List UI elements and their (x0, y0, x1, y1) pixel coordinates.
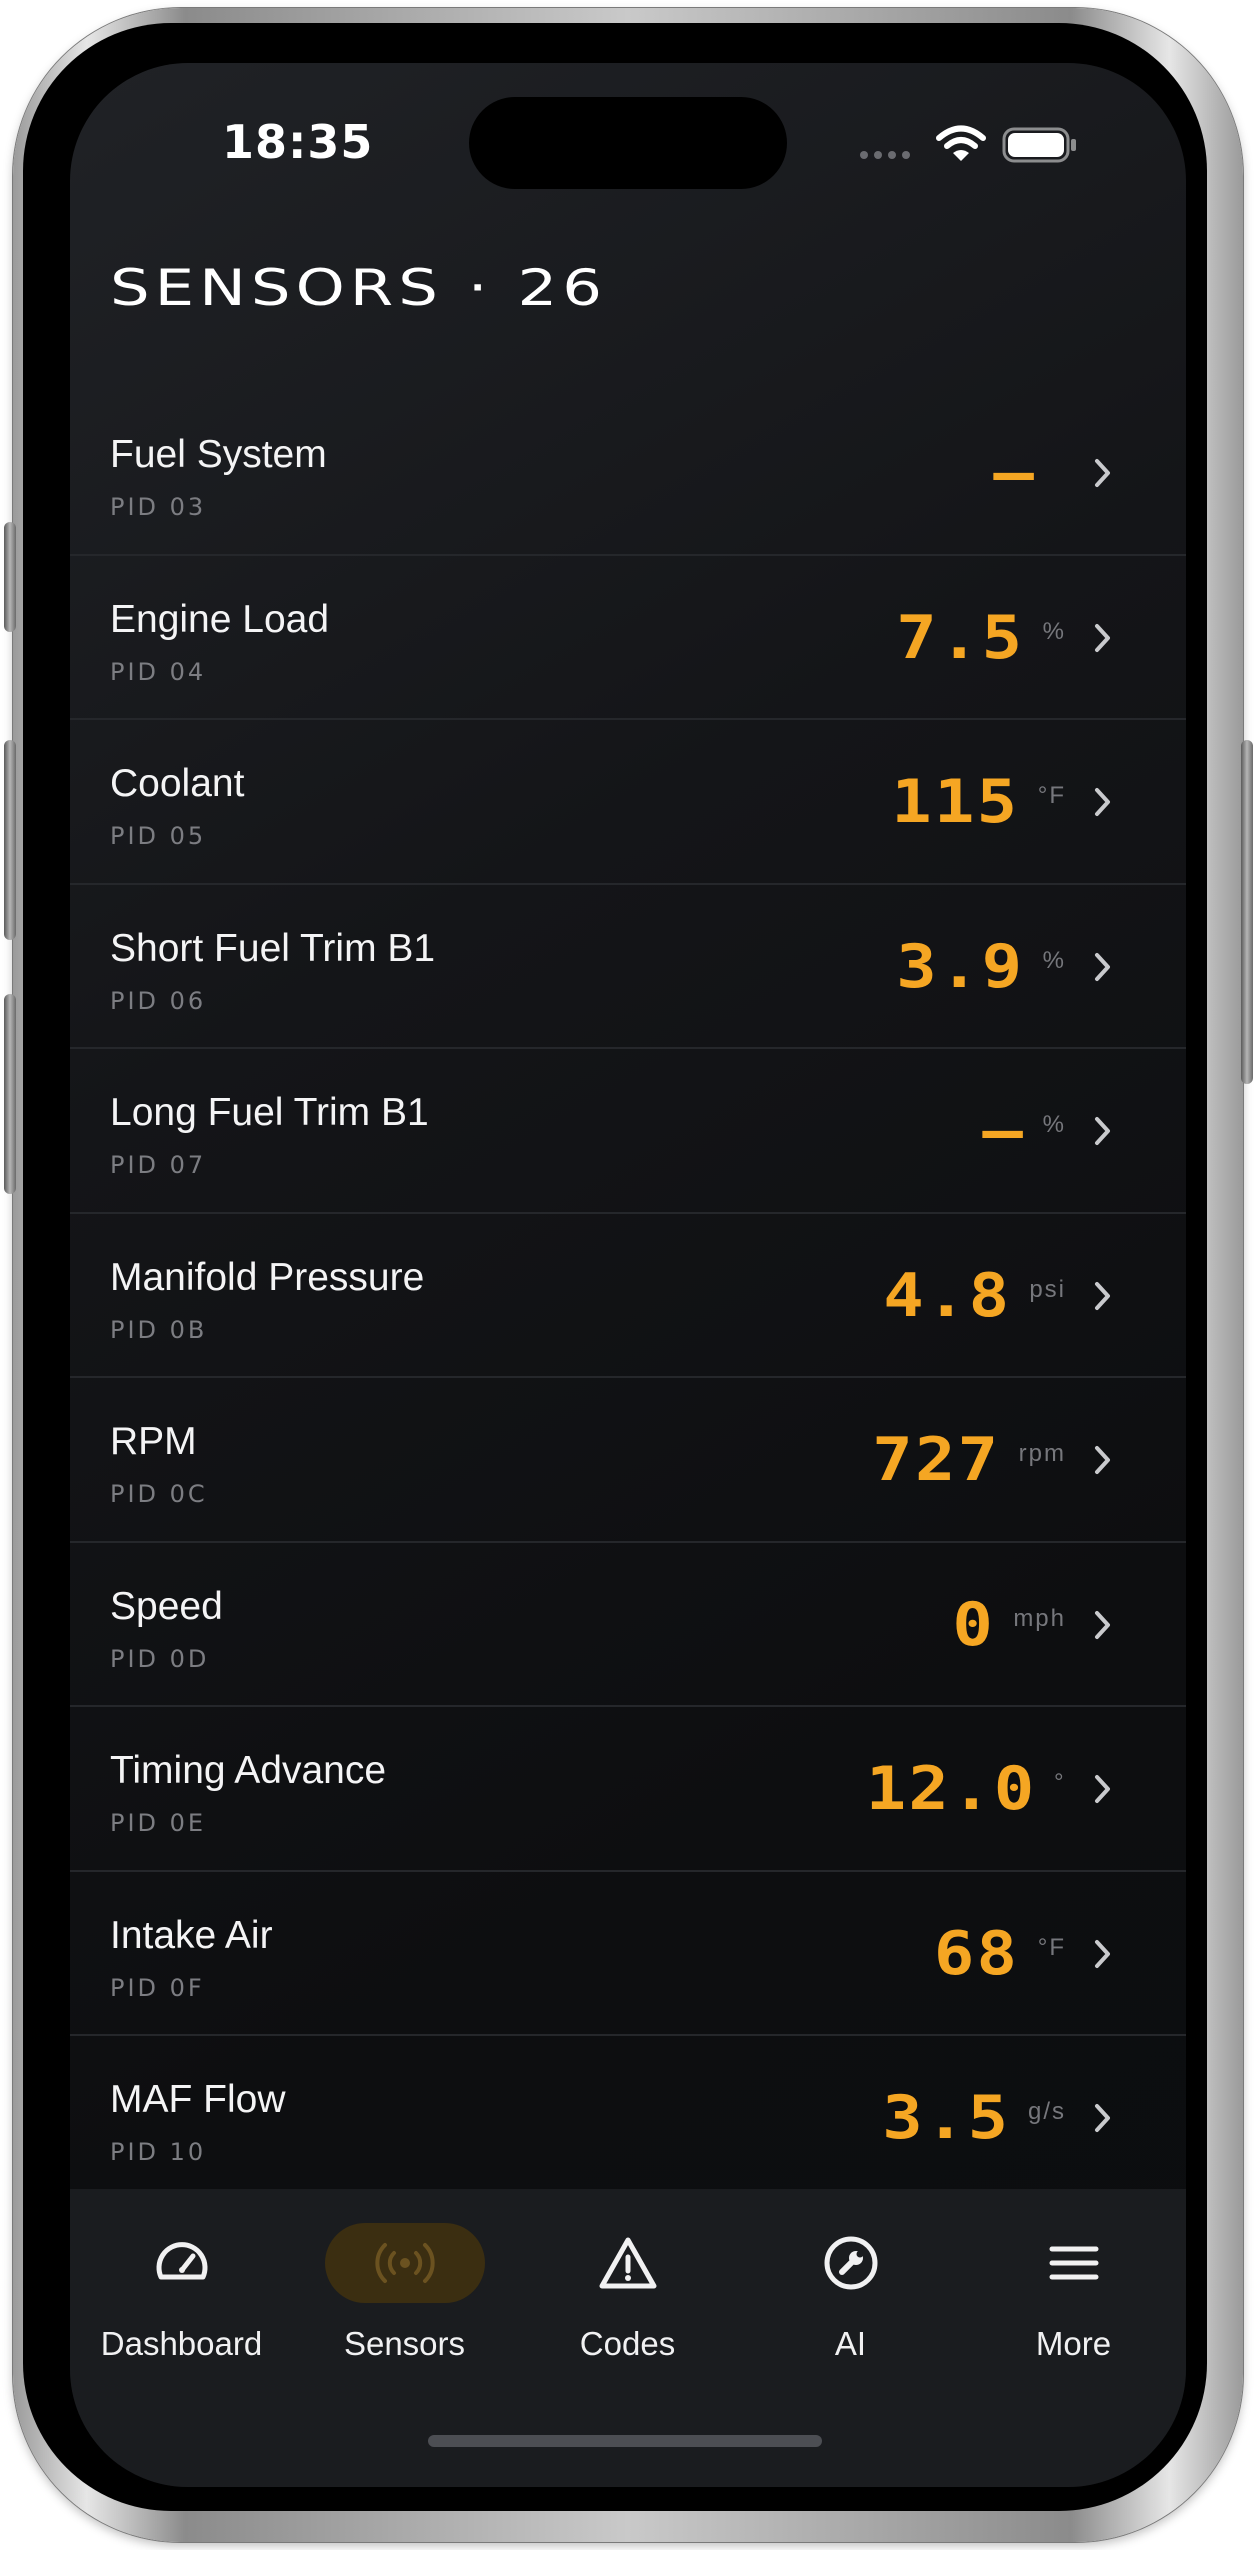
sensor-row-long-fuel-trim-b1[interactable]: Long Fuel Trim B1 PID 07 — % (70, 1049, 1186, 1214)
tab-codes[interactable]: Codes (516, 2189, 739, 2399)
sensor-value: 3.9 (896, 931, 1025, 1002)
tab-label: Codes (579, 2325, 676, 2362)
sensor-name: Fuel System (110, 433, 327, 476)
chevron-right-icon (1095, 1775, 1110, 1803)
chevron-right-icon (1095, 459, 1110, 487)
chevron-right-icon (1095, 788, 1110, 816)
sensor-name: Manifold Pressure (110, 1255, 425, 1299)
dynamic-island (469, 97, 787, 189)
tab-more[interactable]: More (962, 2189, 1185, 2399)
power-button (1241, 740, 1253, 1084)
chevron-right-icon (1095, 2104, 1110, 2132)
sensor-unit: % (1042, 617, 1066, 645)
tab-bar: Dashboard Sensors Codes AI More (70, 2189, 1186, 2487)
tab-label: Sensors (343, 2325, 466, 2362)
sensor-unit: psi (1029, 1275, 1066, 1303)
battery-icon (1002, 127, 1076, 163)
app-screen: 18:35 SENSORS · 26 Fuel System PID 03 — … (70, 63, 1186, 2487)
tab-label: AI (834, 2325, 867, 2362)
sensor-value: — (981, 1096, 1025, 1166)
sensor-name: MAF Flow (110, 2078, 286, 2121)
sensor-row-short-fuel-trim-b1[interactable]: Short Fuel Trim B1 PID 06 3.9 % (70, 885, 1186, 1049)
chevron-right-icon (1095, 1939, 1110, 1968)
tab-label: Dashboard (100, 2325, 263, 2362)
sensor-name: Intake Air (110, 1913, 273, 1957)
active-tab-indicator (324, 2223, 485, 2303)
sensor-pid: PID 03 (110, 493, 207, 521)
broadcast-icon (374, 2243, 435, 2283)
sensor-name: Coolant (110, 762, 245, 805)
tab-dashboard[interactable]: Dashboard (70, 2189, 293, 2399)
chevron-right-icon (1095, 1446, 1110, 1474)
page-title: SENSORS · 26 (110, 259, 608, 317)
sensor-unit: °F (1037, 1933, 1066, 1961)
sensor-pid: PID 06 (110, 986, 207, 1015)
sensor-value: 0 (952, 1589, 996, 1660)
tab-sensors[interactable]: Sensors (293, 2189, 516, 2399)
sensor-name: Engine Load (110, 597, 330, 641)
volume-down-button (4, 994, 16, 1194)
chevron-right-icon (1095, 1117, 1110, 1145)
sensor-unit: mph (1013, 1604, 1066, 1632)
sensor-pid: PID 04 (110, 657, 207, 686)
chevron-right-icon (1095, 623, 1110, 652)
sensor-pid: PID 05 (110, 822, 207, 850)
tab-ai[interactable]: AI (739, 2189, 962, 2399)
sensor-row-coolant[interactable]: Coolant PID 05 115 °F (70, 720, 1186, 885)
sensor-list: Fuel System PID 03 — Engine Load PID 04 … (70, 391, 1186, 2201)
sensor-name: Long Fuel Trim B1 (110, 1091, 429, 1134)
sensor-row-fuel-system[interactable]: Fuel System PID 03 — (70, 391, 1186, 556)
sensor-row-intake-air[interactable]: Intake Air PID 0F 68 °F (70, 1872, 1186, 2036)
chevron-right-icon (1095, 1610, 1110, 1639)
wifi-icon (936, 125, 986, 161)
sensor-value: 68 (934, 1918, 1020, 1989)
sensor-value: — (993, 438, 1036, 508)
sensor-unit: °F (1037, 782, 1066, 809)
sensor-value: 727 (872, 1425, 1001, 1495)
sensor-row-manifold-pressure[interactable]: Manifold Pressure PID 0B 4.8 psi (70, 1214, 1186, 1378)
sensor-name: Speed (110, 1584, 223, 1628)
sensor-name: RPM (110, 1420, 197, 1463)
sensor-value: 3.5 (881, 2083, 1010, 2153)
sensor-pid: PID 0F (110, 1973, 205, 2002)
sensor-row-timing-advance[interactable]: Timing Advance PID 0E 12.0 ° (70, 1707, 1186, 1872)
sensor-value: 7.5 (896, 602, 1025, 673)
warning-triangle-icon (599, 2237, 656, 2289)
chevron-right-icon (1095, 952, 1110, 981)
sensor-pid: PID 0E (110, 1809, 207, 1837)
hamburger-menu-icon (1049, 2246, 1098, 2280)
tab-label: More (1035, 2325, 1112, 2362)
sensor-row-engine-load[interactable]: Engine Load PID 04 7.5 % (70, 556, 1186, 720)
sensor-unit: rpm (1018, 1440, 1066, 1467)
sensor-pid: PID 0D (110, 1644, 210, 1673)
sensor-unit: ° (1054, 1769, 1066, 1796)
cellular-signal-icon (860, 151, 910, 159)
gauge-icon (156, 2242, 207, 2280)
sensor-unit: % (1042, 1111, 1066, 1138)
sensor-value: 12.0 (865, 1754, 1036, 1824)
sensor-value: 115 (891, 767, 1020, 837)
action-button (4, 522, 16, 632)
sensor-unit: g/s (1027, 2098, 1066, 2125)
chevron-right-icon (1095, 1281, 1110, 1310)
sensor-pid: PID 10 (110, 2138, 207, 2166)
home-indicator[interactable] (428, 2435, 822, 2447)
status-time: 18:35 (222, 115, 374, 169)
sensor-pid: PID 0B (110, 1315, 208, 1344)
sensor-value: 4.8 (883, 1260, 1012, 1331)
sensor-row-maf-flow[interactable]: MAF Flow PID 10 3.5 g/s (70, 2036, 1186, 2201)
wrench-circle-icon (824, 2236, 877, 2290)
sensor-pid: PID 0C (110, 1480, 208, 1508)
sensor-unit: % (1042, 946, 1066, 974)
sensor-row-speed[interactable]: Speed PID 0D 0 mph (70, 1543, 1186, 1707)
sensor-row-rpm[interactable]: RPM PID 0C 727 rpm (70, 1378, 1186, 1543)
sensor-name: Timing Advance (110, 1749, 387, 1792)
volume-up-button (4, 740, 16, 940)
sensor-name: Short Fuel Trim B1 (110, 926, 436, 970)
sensor-pid: PID 07 (110, 1151, 207, 1179)
